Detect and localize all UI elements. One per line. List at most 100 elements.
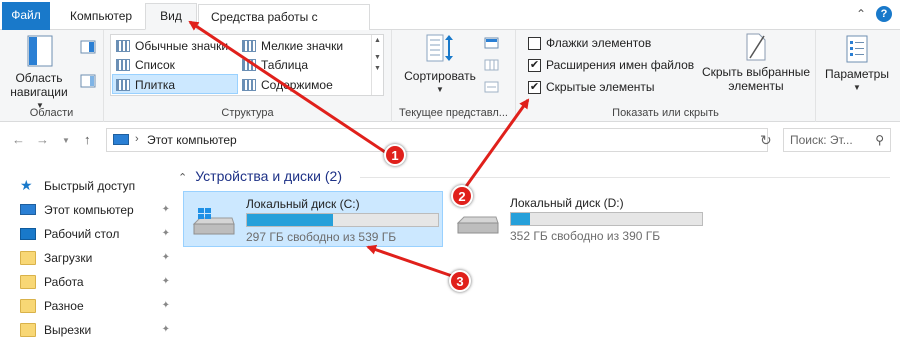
layout-option-medium-icons[interactable]: Обычные значки [113,36,237,56]
tab-file[interactable]: Файл [2,2,50,30]
content-icon [242,79,256,91]
section-title: Устройства и диски (2) [195,168,342,184]
drive-usage-bar [510,212,703,226]
layout-option-tiles[interactable]: Плитка [112,74,238,94]
file-extensions-label: Расширения имен файлов [546,58,695,72]
sidebar-item-label: Работа [44,275,84,289]
group-by-icon[interactable] [484,36,500,50]
item-checkboxes-label: Флажки элементов [546,36,652,50]
sidebar-item-misc[interactable]: Разное ✦ [20,294,170,318]
hide-selected-items-button[interactable]: Скрыть выбранные элементы [700,32,812,93]
file-extensions-toggle[interactable]: ✔ Расширения имен файлов [528,58,694,76]
sidebar-item-work[interactable]: Работа ✦ [20,270,170,294]
breadcrumb-separator-icon[interactable]: › [135,133,139,145]
layout-option-list[interactable]: Список [113,55,237,75]
drive-usage-fill [511,213,530,225]
scroll-down-icon[interactable]: ▼ [372,54,383,61]
collapse-ribbon-icon[interactable]: ⌃ [856,7,866,21]
annotation-badge-1: 1 [384,144,406,166]
section-header-devices[interactable]: ⌃ Устройства и диски (2) [178,168,342,184]
layout-option-content[interactable]: Содержимое [239,75,369,95]
drive-free-space: 352 ГБ свободно из 390 ГБ [510,229,661,243]
address-row: ← → ▼ ↑ › Этот компьютер ▼ ↻ Поиск: Эт..… [0,122,900,158]
annotation-badge-2: 2 [451,185,473,207]
up-arrow-icon[interactable]: ↑ [84,132,91,147]
layout-option-label: Мелкие значки [261,39,344,53]
ribbon-tab-bar: Файл Компьютер Вид Средства работы с дис… [0,0,900,48]
hidden-items-checkbox[interactable]: ✔ [528,81,541,94]
drive-label: Локальный диск (C:) [246,197,360,211]
pin-icon: ✦ [161,276,170,287]
sidebar-item-this-pc[interactable]: Этот компьютер ✦ [20,198,170,222]
size-columns-icon[interactable] [484,80,500,94]
search-placeholder: Поиск: Эт... [790,133,853,147]
sidebar-item-clippings[interactable]: Вырезки ✦ [20,318,170,342]
tab-disk-tools[interactable]: Средства работы с дисками [198,4,370,48]
ribbon-group-areas: Область навигации ▼ Области [0,30,104,122]
details-icon [242,59,256,71]
sort-by-label: Сортировать [404,69,476,83]
medium-icons-icon [116,40,130,52]
group-label-show-hide: Показать или скрыть [612,107,719,119]
star-icon: ★ [20,177,33,193]
small-icons-icon [242,40,256,52]
sidebar-item-desktop[interactable]: Рабочий стол ✦ [20,222,170,246]
hide-selected-label: Скрыть выбранные элементы [701,65,811,93]
scroll-up-icon[interactable]: ▲ [372,37,383,44]
group-label-layout: Структура [221,107,274,119]
options-label: Параметры [825,67,889,81]
section-divider [360,177,890,178]
sort-by-button[interactable]: Сортировать ▼ [400,32,480,97]
back-arrow-icon[interactable]: ← [12,132,25,147]
ribbon-controls: ⌃ ? [856,6,892,22]
sidebar-item-label: Вырезки [44,323,92,337]
layout-option-label: Таблица [261,58,309,72]
file-extensions-checkbox[interactable]: ✔ [528,59,541,72]
ribbon: Область навигации ▼ Области Обычные знач… [0,30,900,122]
drive-tile-c[interactable]: Локальный диск (C:) 297 ГБ свободно из 5… [183,191,443,247]
options-button[interactable]: Параметры ▼ [822,34,892,95]
layout-gallery: Обычные значки Мелкие значки Список Табл… [110,34,384,96]
layout-option-details[interactable]: Таблица [239,55,369,75]
tab-computer[interactable]: Компьютер [58,4,144,30]
sidebar-item-quick-access[interactable]: ★ Быстрый доступ [20,174,170,198]
item-checkboxes-checkbox[interactable] [528,37,541,50]
add-columns-icon[interactable] [484,58,500,72]
sidebar-item-downloads[interactable]: Загрузки ✦ [20,246,170,270]
group-label-areas: Области [29,107,74,119]
sidebar-item-label: Быстрый доступ [44,179,136,193]
forward-arrow-icon[interactable]: → [36,132,49,147]
navigation-pane-button[interactable]: Область навигации ▼ [10,34,70,113]
ribbon-group-current-view: Сортировать ▼ Текущее представл... [392,30,516,122]
sidebar-item-label: Этот компьютер [44,203,134,217]
pin-icon: ✦ [161,204,170,215]
collapse-chevron-icon[interactable]: ⌃ [178,172,187,184]
item-checkboxes-toggle[interactable]: Флажки элементов [528,36,651,54]
layout-option-label: Плитка [135,78,176,92]
refresh-icon[interactable]: ↻ [760,132,772,149]
folder-icon [20,323,36,337]
computer-icon [113,134,129,145]
drive-tile-d[interactable]: Локальный диск (D:) 352 ГБ свободно из 3… [448,191,708,247]
layout-option-small-icons[interactable]: Мелкие значки [239,36,369,56]
layout-gallery-scrollbar[interactable]: ▲ ▼ ▼ [371,35,383,95]
ribbon-group-layout: Обычные значки Мелкие значки Список Табл… [104,30,392,122]
drive-free-space: 297 ГБ свободно из 539 ГБ [246,230,397,244]
address-bar[interactable]: › Этот компьютер ▼ [106,128,858,152]
preview-pane-icon[interactable] [80,40,96,54]
hidden-items-toggle[interactable]: ✔ Скрытые элементы [528,80,655,98]
gallery-more-icon[interactable]: ▼ [372,65,383,72]
dropdown-caret-icon: ▼ [436,85,444,94]
breadcrumb-this-pc[interactable]: Этот компьютер [147,133,237,147]
search-box[interactable]: Поиск: Эт... ⚲ [783,128,891,152]
recent-locations-chevron-icon[interactable]: ▼ [62,136,70,145]
drive-usage-fill [247,214,333,226]
sort-icon [426,34,453,62]
group-label-current-view: Текущее представл... [399,107,508,119]
search-icon: ⚲ [875,133,884,147]
options-icon [846,35,868,63]
details-pane-icon[interactable] [80,74,96,88]
tab-view[interactable]: Вид [145,3,197,30]
computer-icon [20,204,36,215]
help-icon[interactable]: ? [876,6,892,22]
